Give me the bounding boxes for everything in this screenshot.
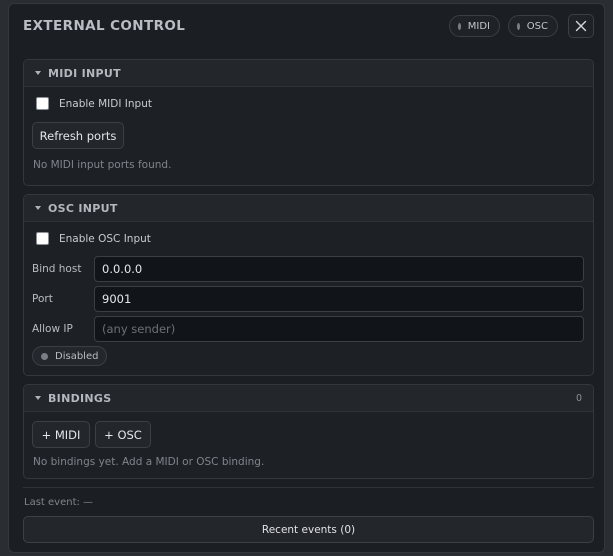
- midi-input-section-header[interactable]: MIDI INPUT: [24, 60, 593, 87]
- last-event-text: Last event: —: [24, 497, 94, 508]
- chevron-down-icon: [35, 396, 41, 400]
- osc-input-section-title: OSC INPUT: [48, 201, 118, 215]
- midi-status-dot: [458, 22, 461, 30]
- enable-midi-input-row[interactable]: Enable MIDI Input: [36, 97, 152, 110]
- bindings-count: 0: [575, 393, 582, 404]
- add-osc-binding-button[interactable]: + OSC: [95, 421, 151, 448]
- panel-header: EXTERNAL CONTROL MIDI OSC: [9, 4, 604, 48]
- allow-ip-input[interactable]: [94, 316, 584, 342]
- enable-osc-input-label: Enable OSC Input: [59, 232, 151, 245]
- osc-status-dot: [517, 22, 520, 30]
- bind-host-label: Bind host: [32, 263, 82, 275]
- enable-osc-input-row[interactable]: Enable OSC Input: [36, 232, 151, 245]
- close-button[interactable]: [568, 14, 594, 38]
- port-input[interactable]: [94, 286, 584, 312]
- midi-status-label: MIDI: [467, 20, 490, 32]
- bindings-section-header[interactable]: BINDINGS 0: [24, 385, 593, 412]
- osc-input-section: OSC INPUT Enable OSC Input Bind host Por…: [23, 194, 594, 376]
- osc-disabled-dot: [41, 352, 48, 360]
- osc-input-section-header[interactable]: OSC INPUT: [24, 195, 593, 222]
- footer-divider: [23, 487, 594, 488]
- bindings-section-title: BINDINGS: [48, 391, 112, 405]
- chevron-down-icon: [35, 206, 41, 210]
- port-label: Port: [32, 293, 53, 305]
- enable-midi-input-checkbox[interactable]: [36, 97, 49, 110]
- add-midi-binding-button[interactable]: + MIDI: [32, 421, 90, 448]
- bindings-section: BINDINGS 0 + MIDI + OSC No bindings yet.…: [23, 384, 594, 479]
- chevron-down-icon: [35, 71, 41, 75]
- allow-ip-label: Allow IP: [32, 323, 73, 335]
- midi-status-badge: MIDI: [449, 15, 500, 37]
- recent-events-button[interactable]: Recent events (0): [23, 516, 594, 543]
- enable-midi-input-label: Enable MIDI Input: [59, 97, 152, 110]
- refresh-ports-button[interactable]: Refresh ports: [32, 122, 124, 149]
- osc-status-pill: Disabled: [32, 346, 108, 366]
- osc-status-badge: OSC: [508, 15, 558, 37]
- enable-osc-input-checkbox[interactable]: [36, 232, 49, 245]
- osc-status-text: Disabled: [55, 350, 99, 362]
- midi-ports-status: No MIDI input ports found.: [33, 159, 172, 171]
- external-control-panel: EXTERNAL CONTROL MIDI OSC MIDI INPUT Ena…: [8, 3, 605, 553]
- panel-title: EXTERNAL CONTROL: [23, 18, 186, 34]
- midi-input-section-title: MIDI INPUT: [48, 66, 121, 80]
- osc-status-label: OSC: [526, 20, 548, 32]
- bind-host-input[interactable]: [94, 256, 584, 282]
- bindings-empty-text: No bindings yet. Add a MIDI or OSC bindi…: [33, 456, 265, 468]
- midi-input-section: MIDI INPUT Enable MIDI Input Refresh por…: [23, 59, 594, 186]
- close-icon: [575, 20, 587, 32]
